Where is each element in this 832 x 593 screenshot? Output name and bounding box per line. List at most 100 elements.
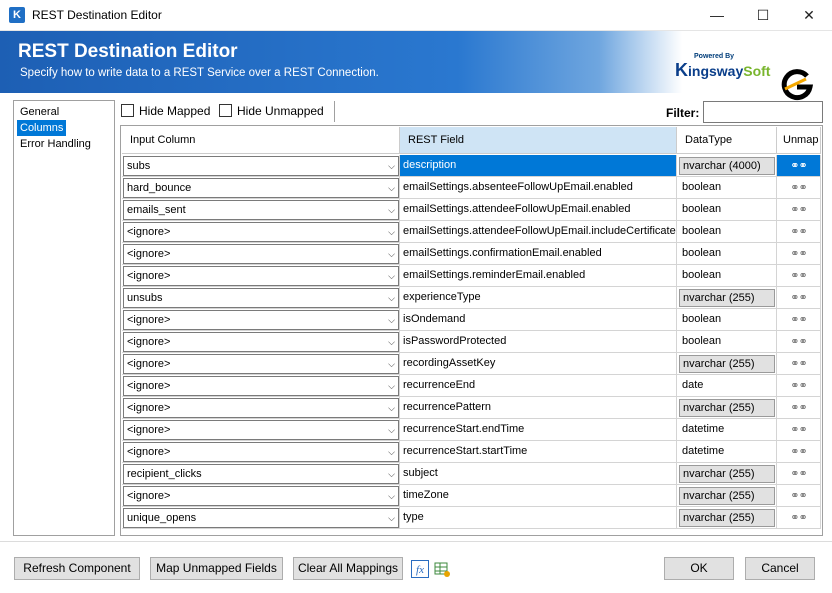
input-column-dropdown[interactable]: <ignore> ⌵	[123, 376, 399, 396]
datatype-cell[interactable]: nvarchar (255)	[677, 397, 777, 419]
input-column-dropdown[interactable]: <ignore> ⌵	[123, 266, 399, 286]
rest-field-cell[interactable]: recurrenceStart.startTime	[400, 441, 677, 463]
nav-item-general[interactable]: General	[17, 104, 62, 120]
datatype-cell[interactable]: nvarchar (255)	[677, 463, 777, 485]
unlink-icon[interactable]: ⚭⚭	[789, 247, 809, 261]
datatype-button[interactable]: nvarchar (255)	[679, 289, 775, 307]
unlink-icon[interactable]: ⚭⚭	[789, 467, 809, 481]
input-column-dropdown[interactable]: <ignore> ⌵	[123, 222, 399, 242]
rest-field-cell[interactable]: recurrenceEnd	[400, 375, 677, 397]
refresh-component-button[interactable]: Refresh Component	[14, 557, 140, 580]
minimize-button[interactable]: —	[694, 0, 740, 31]
unlink-icon[interactable]: ⚭⚭	[789, 423, 809, 437]
input-column-dropdown[interactable]: subs ⌵	[123, 156, 399, 176]
table-row[interactable]: <ignore> ⌵ recurrenceStart.endTime datetime…	[121, 419, 821, 441]
table-row[interactable]: <ignore> ⌵ emailSettings.attendeeFollowUpE…	[121, 221, 821, 243]
rest-field-cell[interactable]: isOndemand	[400, 309, 677, 331]
clear-all-mappings-button[interactable]: Clear All Mappings	[293, 557, 403, 580]
chevron-down-icon[interactable]: ⌵	[388, 201, 395, 219]
input-column-dropdown[interactable]: <ignore> ⌵	[123, 486, 399, 506]
datatype-cell[interactable]: nvarchar (255)	[677, 485, 777, 507]
maximize-button[interactable]: ☐	[740, 0, 786, 31]
datatype-cell[interactable]: nvarchar (4000)	[677, 155, 777, 177]
rest-field-cell[interactable]: recurrencePattern	[400, 397, 677, 419]
input-column-dropdown[interactable]: <ignore> ⌵	[123, 244, 399, 264]
chevron-down-icon[interactable]: ⌵	[388, 399, 395, 417]
unlink-icon[interactable]: ⚭⚭	[789, 335, 809, 349]
unlink-icon[interactable]: ⚭⚭	[789, 401, 809, 415]
rest-field-cell[interactable]: emailSettings.reminderEmail.enabled	[400, 265, 677, 287]
input-column-dropdown[interactable]: <ignore> ⌵	[123, 442, 399, 462]
input-column-dropdown[interactable]: unique_opens ⌵	[123, 508, 399, 528]
datatype-button[interactable]: nvarchar (255)	[679, 355, 775, 373]
nav-item-columns[interactable]: Columns	[17, 120, 67, 136]
datatype-cell[interactable]: nvarchar (255)	[677, 353, 777, 375]
input-column-dropdown[interactable]: unsubs ⌵	[123, 288, 399, 308]
hide-mapped-checkbox[interactable]	[121, 104, 134, 117]
rest-field-cell[interactable]: type	[400, 507, 677, 529]
rest-field-cell[interactable]: isPasswordProtected	[400, 331, 677, 353]
header-rest-field[interactable]: REST Field	[400, 127, 677, 154]
datatype-button[interactable]: nvarchar (255)	[679, 509, 775, 527]
input-column-dropdown[interactable]: <ignore> ⌵	[123, 332, 399, 352]
header-datatype[interactable]: DataType	[677, 127, 777, 154]
chevron-down-icon[interactable]: ⌵	[388, 223, 395, 241]
rest-field-cell[interactable]: emailSettings.confirmationEmail.enabled	[400, 243, 677, 265]
rest-field-cell[interactable]: emailSettings.absenteeFollowUpEmail.enab…	[400, 177, 677, 199]
datatype-cell[interactable]: nvarchar (255)	[677, 507, 777, 529]
unlink-icon[interactable]: ⚭⚭	[789, 291, 809, 305]
table-row[interactable]: hard_bounce ⌵ emailSettings.absenteeFollow…	[121, 177, 821, 199]
chevron-down-icon[interactable]: ⌵	[388, 267, 395, 285]
table-row[interactable]: unique_opens ⌵ type nvarchar (255) ⚭⚭	[121, 507, 821, 529]
chevron-down-icon[interactable]: ⌵	[388, 355, 395, 373]
datatype-button[interactable]: nvarchar (255)	[679, 465, 775, 483]
rest-field-cell[interactable]: experienceType	[400, 287, 677, 309]
table-row[interactable]: <ignore> ⌵ emailSettings.confirmationEmail…	[121, 243, 821, 265]
unlink-icon[interactable]: ⚭⚭	[789, 445, 809, 459]
rest-field-cell[interactable]: recurrenceStart.endTime	[400, 419, 677, 441]
chevron-down-icon[interactable]: ⌵	[388, 509, 395, 527]
table-row[interactable]: <ignore> ⌵ recurrenceStart.startTime dateti…	[121, 441, 821, 463]
rest-field-cell[interactable]: description	[400, 155, 677, 177]
close-button[interactable]: ✕	[786, 0, 832, 31]
input-column-dropdown[interactable]: <ignore> ⌵	[123, 420, 399, 440]
unlink-icon[interactable]: ⚭⚭	[789, 379, 809, 393]
datatype-button[interactable]: nvarchar (255)	[679, 399, 775, 417]
chevron-down-icon[interactable]: ⌵	[388, 465, 395, 483]
grid-export-icon[interactable]	[433, 560, 451, 578]
rest-field-cell[interactable]: recordingAssetKey	[400, 353, 677, 375]
table-row[interactable]: <ignore> ⌵ isPasswordProtected boolean ⚭⚭	[121, 331, 821, 353]
chevron-down-icon[interactable]: ⌵	[388, 157, 395, 175]
cancel-button[interactable]: Cancel	[745, 557, 815, 580]
chevron-down-icon[interactable]: ⌵	[388, 421, 395, 439]
table-row[interactable]: <ignore> ⌵ recurrencePattern nvarchar (255)…	[121, 397, 821, 419]
chevron-down-icon[interactable]: ⌵	[388, 179, 395, 197]
input-column-dropdown[interactable]: emails_sent ⌵	[123, 200, 399, 220]
chevron-down-icon[interactable]: ⌵	[388, 443, 395, 461]
datatype-button[interactable]: nvarchar (4000)	[679, 157, 775, 175]
unlink-icon[interactable]: ⚭⚭	[789, 181, 809, 195]
table-row[interactable]: <ignore> ⌵ recurrenceEnd date ⚭⚭	[121, 375, 821, 397]
chevron-down-icon[interactable]: ⌵	[388, 245, 395, 263]
header-unmap[interactable]: Unmap	[777, 127, 821, 154]
filter-input[interactable]	[703, 101, 823, 123]
datatype-button[interactable]: nvarchar (255)	[679, 487, 775, 505]
chevron-down-icon[interactable]: ⌵	[388, 487, 395, 505]
unlink-icon[interactable]: ⚭⚭	[789, 313, 809, 327]
expression-icon[interactable]: fx	[411, 560, 429, 578]
ok-button[interactable]: OK	[664, 557, 734, 580]
header-input-column[interactable]: Input Column	[122, 127, 400, 154]
table-row[interactable]: <ignore> ⌵ isOndemand boolean ⚭⚭	[121, 309, 821, 331]
unlink-icon[interactable]: ⚭⚭	[789, 357, 809, 371]
table-row[interactable]: subs ⌵ description nvarchar (4000) ⚭⚭	[121, 155, 821, 177]
unlink-icon[interactable]: ⚭⚭	[789, 225, 809, 239]
table-row[interactable]: recipient_clicks ⌵ subject nvarchar (255) ⚭⚭	[121, 463, 821, 485]
input-column-dropdown[interactable]: <ignore> ⌵	[123, 310, 399, 330]
unlink-icon[interactable]: ⚭⚭	[789, 511, 809, 525]
table-row[interactable]: <ignore> ⌵ timeZone nvarchar (255) ⚭⚭	[121, 485, 821, 507]
chevron-down-icon[interactable]: ⌵	[388, 311, 395, 329]
rest-field-cell[interactable]: subject	[400, 463, 677, 485]
unlink-icon[interactable]: ⚭⚭	[789, 203, 809, 217]
unlink-icon[interactable]: ⚭⚭	[789, 489, 809, 503]
unlink-icon[interactable]: ⚭⚭	[789, 269, 809, 283]
